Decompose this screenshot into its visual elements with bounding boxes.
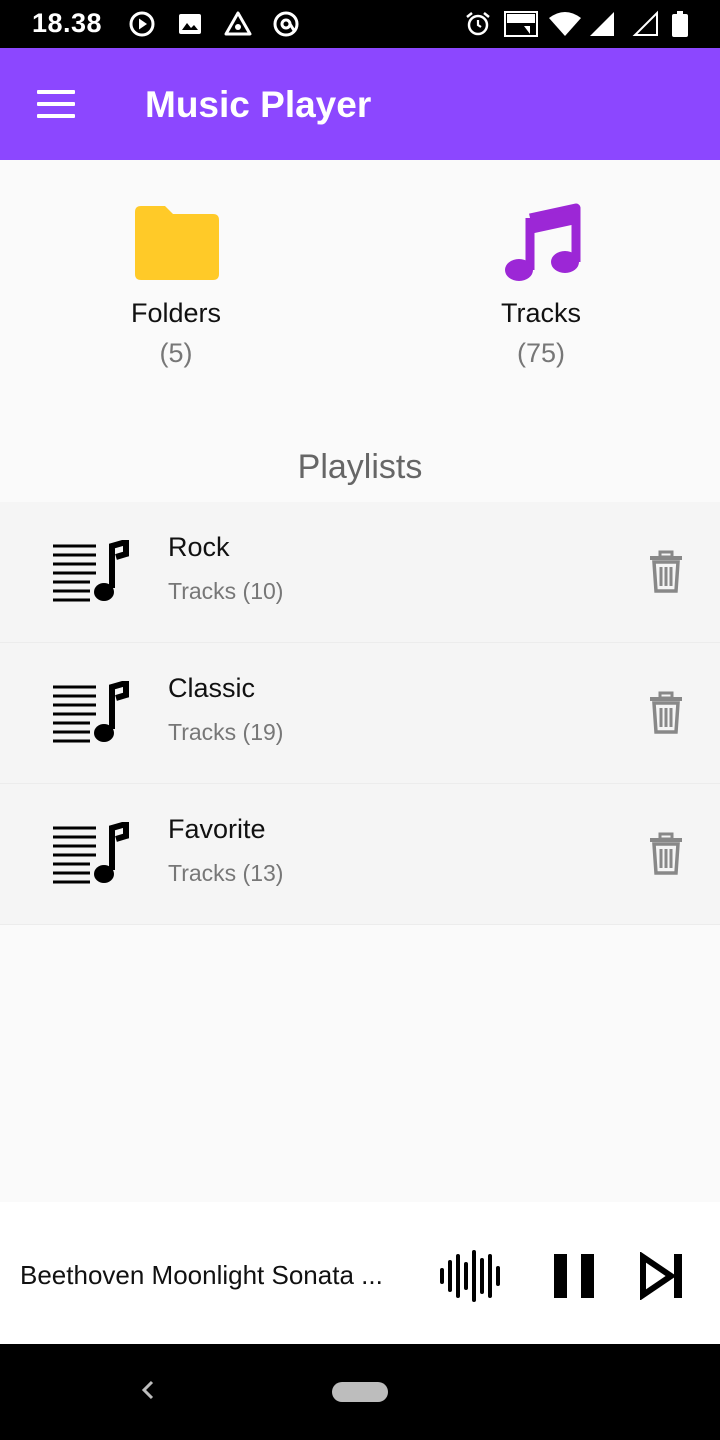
volte-icon bbox=[504, 11, 538, 37]
now-playing-bar[interactable]: Beethoven Moonlight Sonata ... bbox=[0, 1202, 720, 1344]
library-categories: Folders (5) Tracks (75) bbox=[0, 160, 720, 403]
trash-icon[interactable] bbox=[646, 550, 686, 594]
playlist-music-icon bbox=[53, 822, 129, 884]
playlist-name: Rock bbox=[168, 532, 230, 562]
play-circle-icon bbox=[129, 11, 155, 37]
system-nav-bar bbox=[0, 1344, 720, 1440]
folder-icon bbox=[135, 206, 219, 280]
home-pill-icon[interactable] bbox=[332, 1382, 388, 1402]
music-note-icon bbox=[505, 203, 581, 281]
image-icon bbox=[179, 14, 201, 34]
signal-icon bbox=[590, 12, 614, 36]
tracks-label: Tracks bbox=[501, 298, 581, 328]
folders-label: Folders bbox=[130, 298, 222, 328]
waveform-icon[interactable] bbox=[438, 1250, 504, 1302]
alarm-icon bbox=[466, 12, 490, 36]
signal-empty-icon bbox=[632, 10, 658, 36]
playlist-track-count: Tracks (10) bbox=[168, 578, 284, 604]
playlist-list: Rock Tracks (10) Classic Tracks (19) Fav… bbox=[0, 502, 720, 925]
folders-count: (5) bbox=[159, 338, 193, 368]
trash-icon[interactable] bbox=[646, 691, 686, 735]
hamburger-menu-icon[interactable] bbox=[26, 74, 86, 134]
at-circle-icon bbox=[273, 11, 299, 37]
status-time: 18.38 bbox=[32, 8, 103, 38]
playlist-track-count: Tracks (13) bbox=[168, 860, 284, 886]
playlist-row-favorite[interactable]: Favorite Tracks (13) bbox=[0, 784, 720, 925]
playlist-music-icon bbox=[53, 681, 129, 743]
playlist-name: Classic bbox=[168, 673, 256, 703]
playlists-header: Playlists bbox=[0, 410, 720, 502]
app-title: Music Player bbox=[145, 84, 372, 125]
playlist-row-rock[interactable]: Rock Tracks (10) bbox=[0, 502, 720, 643]
playlist-track-count: Tracks (19) bbox=[168, 719, 284, 745]
back-icon[interactable] bbox=[136, 1376, 160, 1404]
battery-icon bbox=[672, 11, 688, 37]
skip-next-icon[interactable] bbox=[638, 1252, 686, 1300]
playlist-name: Favorite bbox=[168, 814, 266, 844]
pause-icon[interactable] bbox=[552, 1252, 596, 1300]
wifi-icon bbox=[549, 12, 581, 36]
playlists-title: Playlists bbox=[297, 448, 423, 486]
playlist-music-icon bbox=[53, 540, 129, 602]
tracks-category[interactable]: Tracks (75) bbox=[391, 160, 691, 403]
now-playing-title[interactable]: Beethoven Moonlight Sonata ... bbox=[20, 1260, 410, 1291]
app-bar: Music Player bbox=[0, 48, 720, 160]
triangle-app-icon bbox=[224, 11, 252, 36]
playlist-row-classic[interactable]: Classic Tracks (19) bbox=[0, 643, 720, 784]
tracks-count: (75) bbox=[516, 338, 565, 368]
status-bar: 18.38 bbox=[0, 0, 720, 48]
folders-category[interactable]: Folders (5) bbox=[26, 160, 326, 403]
trash-icon[interactable] bbox=[646, 832, 686, 876]
